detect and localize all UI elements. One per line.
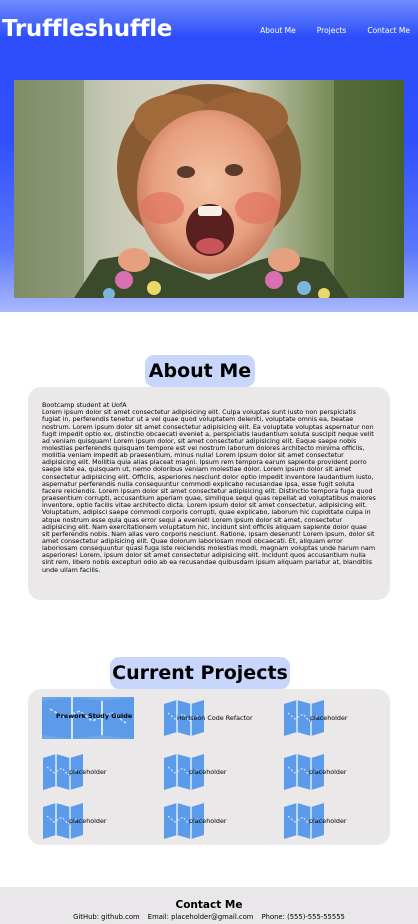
project-card[interactable]: Horiseon Code Refactor (163, 699, 273, 737)
project-title: Horiseon Code Refactor (177, 713, 253, 722)
footer-title: Contact Me (175, 899, 243, 911)
site-title: Truffleshuffle (2, 16, 173, 42)
nav-link-about[interactable]: About Me (260, 26, 296, 35)
footer-contact-info: GitHub: github.com Email: placeholder@gm… (0, 913, 418, 921)
projects-card: Prework Study Guide Horiseon Code Refact… (28, 689, 390, 845)
project-card[interactable]: placeholder (283, 802, 383, 840)
nav-link-projects[interactable]: Projects (317, 26, 347, 35)
footer-phone: Phone: (555)-555-55555 (261, 913, 345, 921)
main-nav: About Me Projects Contact Me (239, 26, 410, 35)
project-title: placeholder (189, 767, 227, 776)
project-card[interactable]: placeholder (42, 802, 142, 840)
about-card: Bootcamp student at UofA Lorem ipsum dol… (28, 387, 390, 600)
project-title: placeholder (189, 816, 227, 825)
project-title: Prework Study Guide (56, 711, 133, 720)
projects-heading: Current Projects (110, 657, 290, 689)
nav-link-contact[interactable]: Contact Me (367, 26, 410, 35)
project-title: placeholder (309, 816, 347, 825)
project-title: placeholder (309, 767, 347, 776)
project-card[interactable]: Prework Study Guide (42, 697, 152, 739)
about-body: Lorem ipsum dolor sit amet consectetur a… (42, 408, 376, 574)
project-title: placeholder (69, 767, 107, 776)
project-title: placeholder (310, 713, 348, 722)
project-card[interactable]: placeholder (283, 699, 383, 737)
project-card[interactable]: placeholder (163, 802, 263, 840)
hero-photo (14, 80, 404, 298)
project-card[interactable]: placeholder (42, 753, 142, 791)
about-heading: About Me (145, 355, 255, 387)
hero-header: Truffleshuffle About Me Projects Contact… (0, 0, 418, 312)
footer-email[interactable]: Email: placeholder@gmail.com (148, 913, 254, 921)
footer: Contact Me GitHub: github.com Email: pla… (0, 887, 418, 924)
project-title: placeholder (69, 816, 107, 825)
project-card[interactable]: placeholder (163, 753, 263, 791)
footer-github[interactable]: GitHub: github.com (73, 913, 139, 921)
project-card[interactable]: placeholder (283, 753, 383, 791)
